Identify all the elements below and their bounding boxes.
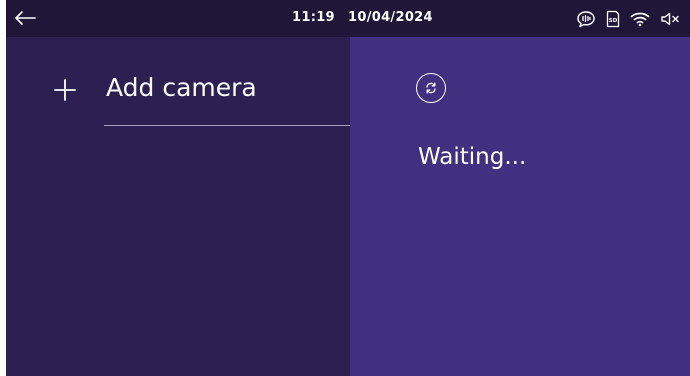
back-button[interactable] [12,6,38,30]
date: 10/04/2024 [348,10,433,25]
add-camera-button[interactable]: Add camera [46,71,346,121]
status-text: Waiting... [418,144,527,170]
sd-card-label: SD [609,18,618,24]
intercom-speech-icon [576,10,596,28]
camera-status-panel: Waiting... [350,37,690,376]
screen: 11:19 10/04/2024 SD Add camera Waiting..… [0,0,690,376]
clock: 11:19 [292,10,335,25]
plus-icon [54,79,76,101]
refresh-icon [426,82,436,94]
speaker-muted-icon [660,11,680,27]
wifi-icon [630,11,650,27]
camera-list-panel: Add camera [6,37,350,376]
sd-card-icon: SD [606,10,620,28]
divider [104,125,350,126]
status-bar: 11:19 10/04/2024 SD [6,0,690,37]
refresh-button[interactable] [416,73,446,103]
status-icons: SD [576,8,680,30]
back-arrow-icon [15,11,36,25]
add-camera-label: Add camera [106,73,257,102]
